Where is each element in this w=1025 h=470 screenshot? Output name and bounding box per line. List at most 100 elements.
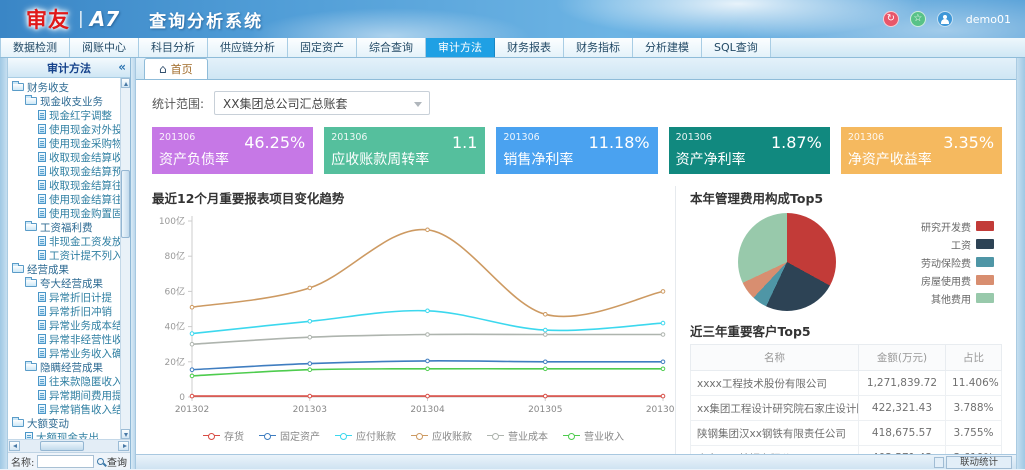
favorite-icon[interactable]: ☆ — [910, 11, 926, 27]
tree-item[interactable]: 非现金工资发放 — [8, 234, 120, 248]
scope-select[interactable]: XX集团总公司汇总账套 — [214, 91, 430, 115]
tree-item[interactable]: 异常业务收入确认 — [8, 346, 120, 360]
tree-item[interactable]: 收取现金结算收入 — [8, 150, 120, 164]
tree-item[interactable]: 经营成果 — [8, 262, 120, 276]
tree-item[interactable]: 异常折旧冲销 — [8, 304, 120, 318]
kpi-card-销售净利率[interactable]: 20130611.18%销售净利率 — [496, 127, 657, 174]
pie-legend-swatch — [976, 221, 994, 231]
tree-item[interactable]: 夸大经营成果 — [8, 276, 120, 290]
kpi-card-应收账款周转率[interactable]: 2013061.1应收账款周转率 — [324, 127, 485, 174]
tree-item-label: 工资福利费 — [40, 220, 93, 234]
workspace: 审计方法 « 财务收支现金收支业务现金红字调整使用现金对外投资使用现金采购物资收… — [0, 58, 1025, 469]
tree-list: 财务收支现金收支业务现金红字调整使用现金对外投资使用现金采购物资收取现金结算收入… — [8, 80, 120, 439]
legend-item-应收账款[interactable]: 应收账款 — [411, 428, 472, 443]
pie-legend-item-房屋使用费[interactable]: 房屋使用费 — [921, 273, 994, 288]
logout-icon[interactable]: ↻ — [883, 11, 899, 27]
username: demo01 — [966, 13, 1011, 26]
tree-item-label: 使用现金对外投资 — [49, 122, 120, 136]
tree-item[interactable]: 异常非经营性收入 — [8, 332, 120, 346]
tree-vertical-scrollbar[interactable] — [120, 78, 130, 439]
pie-chart-title: 本年管理费用构成Top5 — [690, 188, 1002, 207]
file-icon — [38, 292, 46, 302]
tree-item[interactable]: 工资福利费 — [8, 220, 120, 234]
tree-item[interactable]: 异常期间费用提取 — [8, 388, 120, 402]
vertical-scroll-thumb[interactable] — [121, 170, 130, 238]
pie-legend-item-其他费用[interactable]: 其他费用 — [921, 291, 994, 306]
collapse-sidebar-icon[interactable]: « — [118, 60, 126, 74]
menu-tab-数据检测[interactable]: 数据检测 — [0, 38, 70, 57]
kpi-name: 应收账款周转率 — [331, 149, 429, 169]
svg-text:60亿: 60亿 — [165, 285, 185, 297]
svg-text:80亿: 80亿 — [165, 250, 185, 262]
amount-cell: 1,271,839.72 — [858, 371, 945, 396]
tree-item[interactable]: 往来款隐匿收入 — [8, 374, 120, 388]
scroll-left-icon[interactable] — [9, 441, 20, 451]
search-icon[interactable] — [97, 458, 104, 465]
tree-item[interactable]: 异常销售收入结转 — [8, 402, 120, 416]
menu-tab-SQL查询[interactable]: SQL查询 — [702, 38, 771, 57]
pie-legend-label: 房屋使用费 — [921, 273, 971, 288]
tree-item-label: 异常业务成本结转 — [49, 318, 120, 332]
kpi-card-资产净利率[interactable]: 2013061.87%资产净利率 — [669, 127, 830, 174]
file-icon — [38, 152, 46, 162]
refresh-glyph: ↻ — [887, 14, 895, 24]
tree-item-label: 经营成果 — [27, 262, 69, 276]
table-row: xxxx工程技术股份有限公司1,271,839.7211.406% — [691, 371, 1002, 396]
brand-divider: | — [78, 9, 84, 29]
tree-item[interactable]: 大额变动 — [8, 416, 120, 430]
right-frame — [1016, 58, 1025, 469]
tab-home[interactable]: ⌂ 首页 — [144, 58, 208, 79]
linkage-stat-button[interactable]: 联动统计 — [946, 456, 1012, 469]
tree-item[interactable]: 工资计提不列入成本 — [8, 248, 120, 262]
status-separator — [934, 457, 944, 468]
amount-cell: 403,571.43 — [858, 446, 945, 455]
file-icon — [38, 124, 46, 134]
scroll-down-icon[interactable] — [121, 429, 130, 439]
tree-item[interactable]: 收取现金结算往来款 — [8, 178, 120, 192]
menu-tab-固定资产[interactable]: 固定资产 — [288, 38, 357, 57]
legend-item-营业收入[interactable]: 营业收入 — [563, 428, 624, 443]
tree-item[interactable]: 使用现金购置固定资产 — [8, 206, 120, 220]
kpi-card-净资产收益率[interactable]: 2013063.35%净资产收益率 — [841, 127, 1002, 174]
menu-tab-综合查询[interactable]: 综合查询 — [357, 38, 426, 57]
legend-item-营业成本[interactable]: 营业成本 — [487, 428, 548, 443]
tree-item[interactable]: 使用现金对外投资 — [8, 122, 120, 136]
menu-tab-财务报表[interactable]: 财务报表 — [495, 38, 564, 57]
scroll-up-icon[interactable] — [121, 78, 130, 88]
pie-legend-item-研究开发费[interactable]: 研究开发费 — [921, 219, 994, 234]
menu-tab-科目分析[interactable]: 科目分析 — [139, 38, 208, 57]
legend-item-应付账款[interactable]: 应付账款 — [335, 428, 396, 443]
legend-item-存货[interactable]: 存货 — [203, 428, 244, 443]
legend-label: 应收账款 — [432, 428, 472, 443]
table-row: xx集团工程设计研究院石家庄设计院422,321.433.788% — [691, 396, 1002, 421]
tree-item[interactable]: 隐瞒经营成果 — [8, 360, 120, 374]
menu-tab-审计方法[interactable]: 审计方法 — [426, 38, 495, 57]
amount-cell: 422,321.43 — [858, 396, 945, 421]
tree-item[interactable]: 使用现金采购物资 — [8, 136, 120, 150]
pie-legend-item-劳动保险费[interactable]: 劳动保险费 — [921, 255, 994, 270]
kpi-card-资产负债率[interactable]: 20130646.25%资产负债率 — [152, 127, 313, 174]
tree-horizontal-scrollbar[interactable] — [8, 439, 130, 452]
tree-item[interactable]: 大额现金支出 — [8, 430, 120, 439]
user-icon[interactable] — [937, 11, 953, 27]
menu-tab-分析建模[interactable]: 分析建模 — [633, 38, 702, 57]
tree-item[interactable]: 现金红字调整 — [8, 108, 120, 122]
menu-tab-财务指标[interactable]: 财务指标 — [564, 38, 633, 57]
tree-search-input[interactable] — [37, 455, 94, 468]
tree-item[interactable]: 财务收支 — [8, 80, 120, 94]
search-button[interactable]: 查询 — [107, 454, 127, 469]
tree-item[interactable]: 异常业务成本结转 — [8, 318, 120, 332]
legend-item-固定资产[interactable]: 固定资产 — [259, 428, 320, 443]
pie-legend-item-工资[interactable]: 工资 — [921, 237, 994, 252]
tree-item[interactable]: 异常折旧计提 — [8, 290, 120, 304]
scroll-right-icon[interactable] — [118, 441, 129, 451]
menu-tab-阅账中心[interactable]: 阅账中心 — [70, 38, 139, 57]
tree-item[interactable]: 使用现金结算往来款 — [8, 192, 120, 206]
pie-chart[interactable] — [738, 213, 836, 311]
menu-tab-供应链分析[interactable]: 供应链分析 — [208, 38, 288, 57]
tree-item[interactable]: 现金收支业务 — [8, 94, 120, 108]
trend-line-chart[interactable]: 100亿80亿60亿40亿20亿020130220130320130420130… — [152, 211, 675, 423]
tree-item[interactable]: 收取现金结算预收款 — [8, 164, 120, 178]
horizontal-scroll-thumb[interactable] — [40, 441, 84, 451]
pie-chart-legend: 研究开发费工资劳动保险费房屋使用费其他费用 — [921, 219, 994, 306]
